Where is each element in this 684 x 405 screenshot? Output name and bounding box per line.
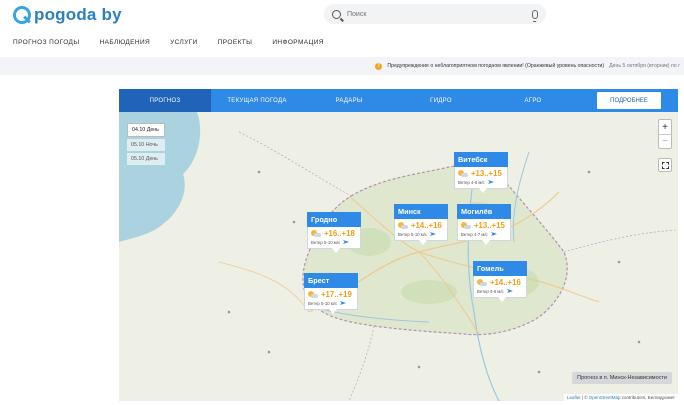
fullscreen-icon [661, 161, 669, 169]
main-nav: ПРОГНОЗ ПОГОДЫ НАБЛЮДЕНИЯ УСЛУГИ ПРОЕКТЫ… [13, 39, 324, 46]
city-wind: Ветер 5-10 м/с [398, 231, 428, 237]
alert-bar[interactable]: ! Предупреждение о неблагоприятном погод… [0, 57, 684, 75]
city-wind: Ветер 4-7 м/с [461, 231, 488, 237]
wind-direction-icon [490, 232, 497, 236]
day-option[interactable]: 04.10 День [127, 123, 165, 137]
tab-radars[interactable]: РАДАРЫ [303, 89, 395, 112]
weather-widget: ПРОГНОЗ ТЕКУЩАЯ ПОГОДА РАДАРЫ ГИДРО АГРО… [119, 89, 678, 401]
city-marker-brest[interactable]: Брест +17..+19 Ветер 5-10 м/с [304, 273, 358, 314]
city-wind: Ветер 4-6 м/с [477, 288, 504, 294]
city-forecast: +17..+19 Ветер 5-10 м/с [304, 288, 358, 314]
alert-date: День 5 октября (вторник) по г [609, 63, 680, 69]
zoom-out-button[interactable]: − [659, 134, 671, 148]
osm-link[interactable]: OpenStreetMap [589, 395, 621, 400]
city-forecast: +14..+16 Ветер 4-6 м/с [473, 276, 527, 302]
city-forecast: +13..+15 Ветер 4-7 м/с [457, 219, 511, 245]
partly-cloudy-icon [458, 169, 468, 178]
tab-agro[interactable]: АГРО [487, 89, 579, 112]
partly-cloudy-icon [461, 221, 471, 230]
search-icon[interactable] [332, 9, 341, 19]
city-temp: +14..+16 [411, 221, 442, 230]
city-name: Брест [304, 273, 358, 288]
partly-cloudy-icon [477, 278, 487, 287]
city-wind: Ветер 5-10 м/с [308, 300, 338, 306]
city-temp: +13..+15 [474, 221, 505, 230]
tab-forecast[interactable]: ПРОГНОЗ [119, 89, 211, 112]
city-name: Витебск [454, 152, 508, 167]
partly-cloudy-icon [308, 290, 318, 299]
partly-cloudy-icon [398, 221, 408, 230]
logo-icon [13, 6, 31, 24]
wind-direction-icon [506, 289, 513, 293]
leaflet-link[interactable]: Leaflet [567, 395, 581, 400]
city-temp: +13..+15 [471, 169, 502, 178]
city-forecast: +14..+16 Ветер 5-10 м/с [394, 219, 448, 245]
wind-direction-icon [340, 301, 347, 305]
wind-direction-icon [487, 180, 494, 184]
city-name: Минск [394, 204, 448, 219]
search-box [324, 4, 546, 24]
city-temp: +16..+18 [324, 229, 355, 238]
attribution-text: contributors, Белгидромет [621, 395, 675, 400]
logo[interactable]: pogoda by [13, 5, 122, 25]
day-option[interactable]: 05.10 Ночь [127, 139, 165, 151]
nav-item-projects[interactable]: ПРОЕКТЫ [218, 39, 253, 46]
city-forecast: +13..+15 Ветер 4-6 м/с [454, 167, 508, 193]
day-option[interactable]: 05.10 День [127, 153, 165, 165]
alert-text[interactable]: Предупреждение о неблагоприятном погодно… [387, 63, 604, 69]
wind-direction-icon [430, 232, 437, 236]
forecast-caption: Прогноз в п. Минск-Независимости [572, 372, 672, 384]
search-input[interactable] [347, 10, 532, 18]
nav-item-services[interactable]: УСЛУГИ [170, 39, 198, 46]
zoom-in-button[interactable]: + [659, 120, 671, 134]
city-marker-minsk[interactable]: Минск +14..+16 Ветер 5-10 м/с [394, 204, 448, 245]
nav-item-information[interactable]: ИНФОРМАЦИЯ [272, 39, 324, 46]
warning-icon: ! [375, 62, 383, 70]
tab-hydro[interactable]: ГИДРО [395, 89, 487, 112]
map-background [119, 112, 678, 401]
tab-current-weather[interactable]: ТЕКУЩАЯ ПОГОДА [211, 89, 303, 112]
nav-item-observations[interactable]: НАБЛЮДЕНИЯ [99, 39, 150, 46]
nav-item-forecast[interactable]: ПРОГНОЗ ПОГОДЫ [13, 39, 79, 46]
page: pogoda by ПРОГНОЗ ПОГОДЫ НАБЛЮДЕНИЯ УСЛУ… [0, 0, 684, 405]
logo-text: pogoda by [34, 5, 122, 24]
city-forecast: +16..+18 Ветер 5-10 м/с [307, 227, 361, 253]
city-name: Могилёв [457, 204, 511, 219]
city-marker-mogilev[interactable]: Могилёв +13..+15 Ветер 4-7 м/с [457, 204, 511, 245]
city-wind: Ветер 5-10 м/с [311, 239, 341, 245]
widget-tabs: ПРОГНОЗ ТЕКУЩАЯ ПОГОДА РАДАРЫ ГИДРО АГРО… [119, 89, 678, 112]
city-name: Гродно [307, 212, 361, 227]
microphone-icon[interactable] [532, 9, 538, 22]
partly-cloudy-icon [311, 229, 321, 238]
map-attribution: Leaflet | © OpenStreetMap contributors, … [563, 394, 678, 401]
day-selector: 04.10 День 05.10 Ночь 05.10 День [127, 123, 165, 165]
city-name: Гомель [473, 261, 527, 276]
city-temp: +17..+19 [321, 290, 352, 299]
map[interactable]: 04.10 День 05.10 Ночь 05.10 День + − Вит… [119, 112, 678, 401]
city-marker-vitebsk[interactable]: Витебск +13..+15 Ветер 4-6 м/с [454, 152, 508, 193]
city-marker-grodno[interactable]: Гродно +16..+18 Ветер 5-10 м/с [307, 212, 361, 253]
fullscreen-button[interactable] [658, 158, 672, 172]
city-marker-gomel[interactable]: Гомель +14..+16 Ветер 4-6 м/с [473, 261, 527, 302]
wind-direction-icon [343, 240, 350, 244]
city-wind: Ветер 4-6 м/с [458, 179, 485, 185]
details-button[interactable]: ПОДРОБНЕЕ [597, 92, 661, 109]
zoom-control: + − [658, 119, 672, 149]
city-temp: +14..+16 [490, 278, 521, 287]
